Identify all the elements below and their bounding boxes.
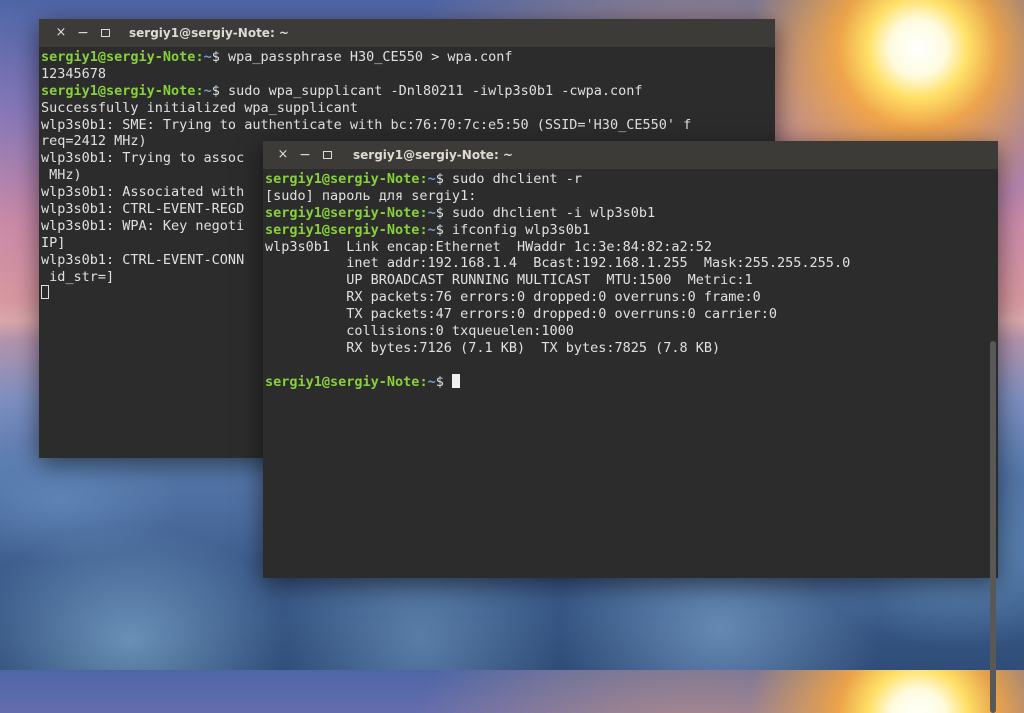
output-text: id_str=] — [41, 268, 115, 285]
output-text: 12345678 — [41, 65, 107, 82]
prompt-separator: : — [195, 49, 204, 65]
close-icon[interactable]: × — [53, 25, 69, 41]
terminal-line: inet addr:192.168.1.4 Bcast:192.168.1.25… — [265, 255, 998, 272]
command-text: ifconfig wlp3s0b1 — [451, 221, 591, 238]
text-cursor — [451, 373, 460, 388]
prompt-path: ~ — [203, 82, 212, 99]
prompt-separator: : — [419, 171, 428, 187]
maximize-icon[interactable] — [319, 147, 335, 163]
prompt-path: ~ — [427, 204, 436, 221]
output-text: wlp3s0b1 Link encap:Ethernet HWaddr 1c:3… — [265, 238, 713, 255]
terminal-output[interactable]: sergiy1@sergiy-Note:~$ sudo dhclient -r[… — [263, 169, 998, 578]
prompt-separator: : — [419, 373, 428, 390]
prompt-user-host: sergiy1@sergiy-Note — [41, 49, 196, 65]
terminal-line: Successfully initialized wpa_supplicant — [41, 100, 775, 117]
terminal-line: UP BROADCAST RUNNING MULTICAST MTU:1500 … — [265, 272, 998, 289]
prompt-symbol: $ — [435, 373, 452, 390]
text-cursor — [41, 285, 49, 300]
prompt-path: ~ — [427, 373, 436, 390]
prompt-symbol: $ — [211, 49, 228, 65]
minimize-icon[interactable]: − — [75, 25, 91, 41]
window-title: sergiy1@sergiy-Note: ~ — [129, 26, 289, 40]
terminal-line: wlp3s0b1 Link encap:Ethernet HWaddr 1c:3… — [265, 239, 998, 256]
prompt-symbol: $ — [435, 204, 452, 221]
command-text: sudo wpa_supplicant -Dnl80211 -iwlp3s0b1… — [227, 82, 643, 99]
terminal-line: RX bytes:7126 (7.1 KB) TX bytes:7825 (7.… — [265, 340, 998, 357]
output-text: req=2412 MHz) — [41, 133, 147, 150]
terminal-line: sergiy1@sergiy-Note:~$ ifconfig wlp3s0b1 — [265, 222, 998, 239]
prompt-user-host: sergiy1@sergiy-Note — [265, 204, 420, 221]
output-text: UP BROADCAST RUNNING MULTICAST MTU:1500 … — [265, 272, 753, 289]
prompt-path: ~ — [427, 221, 436, 238]
prompt-symbol: $ — [435, 221, 452, 238]
minimize-icon[interactable]: − — [297, 147, 313, 163]
prompt-symbol: $ — [435, 171, 452, 187]
terminal-window-front[interactable]: × − sergiy1@sergiy-Note: ~ sergiy1@sergi… — [263, 141, 998, 713]
prompt-separator: : — [419, 204, 428, 221]
terminal-line: wlp3s0b1: SME: Trying to authenticate wi… — [41, 117, 775, 134]
terminal-line: 12345678 — [41, 66, 775, 83]
output-text: TX packets:47 errors:0 dropped:0 overrun… — [265, 306, 778, 323]
output-text: wlp3s0b1: SME: Trying to authenticate wi… — [41, 116, 692, 133]
output-text: RX bytes:7126 (7.1 KB) TX bytes:7825 (7.… — [265, 339, 721, 356]
prompt-separator: : — [419, 221, 428, 238]
terminal-line: collisions:0 txqueuelen:1000 — [265, 323, 998, 340]
window-title: sergiy1@sergiy-Note: ~ — [353, 148, 513, 162]
prompt-separator: : — [195, 82, 204, 99]
output-text: wlp3s0b1: CTRL-EVENT-REGD — [41, 201, 245, 218]
terminal-line: sergiy1@sergiy-Note:~$ — [265, 373, 998, 391]
output-text: RX packets:76 errors:0 dropped:0 overrun… — [265, 289, 761, 306]
scrollbar[interactable] — [990, 341, 996, 713]
terminal-line: sergiy1@sergiy-Note:~$ sudo dhclient -i … — [265, 205, 998, 222]
terminal-line: [sudo] пароль для sergiy1: — [265, 188, 998, 205]
output-text: wlp3s0b1: Trying to assoc — [41, 150, 245, 167]
close-icon[interactable]: × — [275, 147, 291, 163]
command-text: sudo dhclient -i wlp3s0b1 — [451, 204, 656, 221]
terminal-line: TX packets:47 errors:0 dropped:0 overrun… — [265, 306, 998, 323]
prompt-symbol: $ — [211, 82, 228, 99]
prompt-user-host: sergiy1@sergiy-Note — [41, 82, 196, 99]
output-text: wlp3s0b1: Associated with — [41, 184, 245, 201]
terminal-line: sergiy1@sergiy-Note:~$ sudo wpa_supplica… — [41, 83, 775, 100]
prompt-path: ~ — [427, 171, 436, 187]
output-text: [sudo] пароль для sergiy1: — [265, 187, 477, 204]
title-bar[interactable]: × − sergiy1@sergiy-Note: ~ — [263, 141, 998, 169]
prompt-user-host: sergiy1@sergiy-Note — [265, 373, 420, 390]
output-text: wlp3s0b1: WPA: Key negoti — [41, 217, 245, 234]
maximize-icon[interactable] — [97, 25, 113, 41]
prompt-user-host: sergiy1@sergiy-Note — [265, 221, 420, 238]
prompt-path: ~ — [203, 49, 212, 65]
output-text: IP] — [41, 234, 66, 251]
output-text: wlp3s0b1: CTRL-EVENT-CONN — [41, 251, 245, 268]
output-text: inet addr:192.168.1.4 Bcast:192.168.1.25… — [265, 255, 851, 272]
terminal-line: sergiy1@sergiy-Note:~$ wpa_passphrase H3… — [41, 49, 775, 66]
terminal-line: sergiy1@sergiy-Note:~$ sudo dhclient -r — [265, 171, 998, 188]
output-text: collisions:0 txqueuelen:1000 — [265, 323, 574, 340]
output-text: MHz) — [41, 167, 82, 184]
command-text: sudo dhclient -r — [451, 171, 583, 187]
prompt-user-host: sergiy1@sergiy-Note — [265, 171, 420, 187]
title-bar[interactable]: × − sergiy1@sergiy-Note: ~ — [39, 19, 775, 47]
terminal-line: RX packets:76 errors:0 dropped:0 overrun… — [265, 289, 998, 306]
command-text: wpa_passphrase H30_CE550 > wpa.conf — [227, 49, 513, 65]
output-text: Successfully initialized wpa_supplicant — [41, 99, 358, 116]
